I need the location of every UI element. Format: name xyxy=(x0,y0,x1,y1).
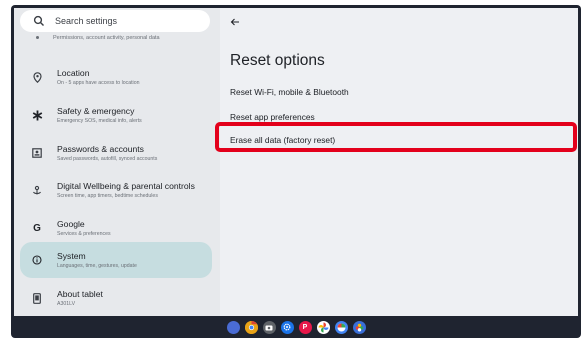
app-p-icon[interactable]: P xyxy=(298,320,312,334)
account-box-icon xyxy=(31,147,43,159)
reset-wifi-option[interactable]: Reset Wi-Fi, mobile & Bluetooth xyxy=(230,87,349,97)
privacy-subtitle: Permissions, account activity, personal … xyxy=(53,35,160,41)
search-placeholder: Search settings xyxy=(55,16,118,26)
sidebar-item-subtitle: Languages, time, gestures, update xyxy=(57,262,137,269)
photos-icon[interactable] xyxy=(316,320,330,334)
settings-icon[interactable] xyxy=(280,320,294,334)
location-pin-icon xyxy=(31,71,43,83)
privacy-icon xyxy=(36,36,39,39)
chrome-icon[interactable] xyxy=(244,320,258,334)
page-title: Reset options xyxy=(230,52,325,69)
sidebar-item-passwords[interactable]: Passwords & accounts Saved passwords, au… xyxy=(20,135,212,171)
sidebar-item-title: Location xyxy=(57,67,90,78)
info-icon xyxy=(31,254,43,266)
sidebar-item-title: Google xyxy=(57,218,85,229)
sidebar-item-subtitle: Emergency SOS, medical info, alerts xyxy=(57,117,142,124)
sidebar-item-subtitle: Saved passwords, autofill, synced accoun… xyxy=(57,155,158,162)
device-frame: Search settings Permissions, account act… xyxy=(11,5,581,338)
highlight-frame xyxy=(215,122,577,152)
reset-app-preferences-option[interactable]: Reset app preferences xyxy=(230,112,315,122)
settings-screen: Search settings Permissions, account act… xyxy=(14,8,578,316)
app-pinwheel-icon[interactable] xyxy=(334,320,348,334)
sidebar-item-subtitle: Screen time, app timers, bedtime schedul… xyxy=(57,192,158,199)
sidebar-item-title: Safety & emergency xyxy=(57,105,135,116)
taskbar: P xyxy=(11,316,581,338)
wellbeing-icon xyxy=(31,184,43,196)
sidebar-item-title: About tablet xyxy=(57,288,103,299)
back-arrow-icon[interactable] xyxy=(230,17,240,27)
sidebar-item-digital-wellbeing[interactable]: Digital Wellbeing & parental controls Sc… xyxy=(20,172,212,208)
google-g-icon: G xyxy=(33,222,41,234)
sidebar-item-google[interactable]: G Google Services & preferences xyxy=(20,210,212,246)
reset-options-panel: Reset options Reset Wi-Fi, mobile & Blue… xyxy=(215,8,578,316)
settings-sidebar: Search settings Permissions, account act… xyxy=(14,8,220,316)
sidebar-item-subtitle: On - 5 apps have access to location xyxy=(57,79,140,86)
sidebar-item-safety[interactable]: Safety & emergency Emergency SOS, medica… xyxy=(20,97,212,133)
tablet-icon xyxy=(31,292,43,304)
sidebar-item-subtitle: Services & preferences xyxy=(57,230,111,237)
search-icon xyxy=(33,15,44,26)
camera-icon[interactable] xyxy=(262,320,276,334)
sidebar-item-subtitle: A301LV xyxy=(57,300,76,307)
asterisk-icon xyxy=(31,109,43,121)
sidebar-item-title: Passwords & accounts xyxy=(57,143,144,154)
sidebar-item-title: System xyxy=(57,250,86,261)
sidebar-item-system[interactable]: System Languages, time, gestures, update xyxy=(20,242,212,278)
app-flower-icon[interactable] xyxy=(352,320,366,334)
sidebar-item-about-tablet[interactable]: About tablet A301LV xyxy=(20,280,212,316)
search-bar[interactable]: Search settings xyxy=(20,10,210,32)
sidebar-item-title: Digital Wellbeing & parental controls xyxy=(57,180,195,191)
assistant-icon[interactable] xyxy=(226,320,240,334)
sidebar-item-location[interactable]: Location On - 5 apps have access to loca… xyxy=(20,59,212,95)
